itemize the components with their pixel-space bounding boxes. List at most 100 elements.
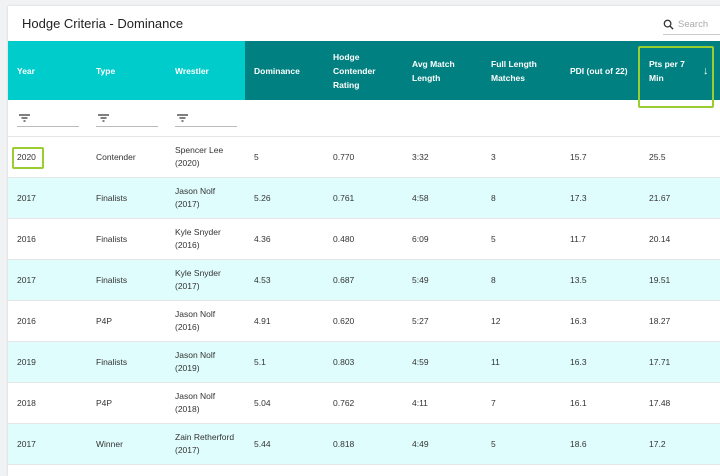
cell-hodge-rating: 0.480 <box>333 233 355 244</box>
column-header-year[interactable]: Year <box>8 41 87 100</box>
column-header-type[interactable]: Type <box>87 41 166 100</box>
cell-full-length-matches: 5 <box>491 233 496 244</box>
cell-year: 2017 <box>17 438 36 449</box>
cell-full-length-matches: 3 <box>491 151 496 162</box>
cell-wrestler: Jason Nolf (2019) <box>175 350 216 373</box>
column-header-dominance[interactable]: Dominance <box>245 41 324 100</box>
cell-pts-per-7-min: 20.14 <box>649 233 671 244</box>
cell-pdi: 18.6 <box>570 438 587 449</box>
cell-pdi: 16.3 <box>570 315 587 326</box>
cell-pdi: 16.1 <box>570 397 587 408</box>
cell-type: P4P <box>96 397 113 408</box>
cell-pdi: 16.3 <box>570 356 587 367</box>
cell-pts-per-7-min: 25.5 <box>649 151 666 162</box>
filter-icon <box>98 114 109 122</box>
table-row[interactable]: 2016 Finalists Kyle Snyder (2016) 4.36 0.480… <box>8 219 720 260</box>
cell-year: 2016 <box>17 233 36 244</box>
cell-dominance: 5.04 <box>254 397 271 408</box>
cell-wrestler: Jason Nolf (2018) <box>175 391 216 414</box>
cell-hodge-rating: 0.770 <box>333 151 355 162</box>
table-row[interactable]: 2019 Finalists Jason Nolf (2019) 5.1 0.803 4:… <box>8 342 720 383</box>
table-row[interactable]: 2017 Finalists Kyle Snyder (2017) 4.53 0.687… <box>8 260 720 301</box>
column-header-pdi[interactable]: PDI (out of 22) <box>561 41 640 100</box>
cell-dominance: 5.44 <box>254 438 271 449</box>
table-row[interactable]: 2017 Finalists Jason Nolf (2017) 5.26 0.761 4… <box>8 178 720 219</box>
cell-type: Contender <box>96 151 136 162</box>
table-row[interactable]: 2016 P4P Jason Nolf (2016) 4.91 0.620 5:27 12 1… <box>8 301 720 342</box>
column-header-avg-match-length[interactable]: Avg Match Length <box>403 41 482 100</box>
search-input[interactable]: Search <box>663 15 720 35</box>
cell-hodge-rating: 0.761 <box>333 192 355 203</box>
cell-type: P4P <box>96 315 113 326</box>
cell-pts-per-7-min: 18.27 <box>649 315 671 326</box>
cell-pts-per-7-min: 17.2 <box>649 438 666 449</box>
cell-hodge-rating: 0.620 <box>333 315 355 326</box>
column-header-label: PDI (out of 22) <box>570 65 628 76</box>
highlight-box-year-cell <box>12 147 44 169</box>
column-header-label: Avg Match Length <box>412 58 455 83</box>
cell-pdi: 11.7 <box>570 233 586 244</box>
filter-wrestler[interactable] <box>175 114 237 127</box>
cell-dominance: 5 <box>254 151 259 162</box>
table-row[interactable]: 2020 Contender Spencer Lee (2020) 5 0.770 3:3… <box>8 137 720 178</box>
cell-wrestler: Jason Nolf (2016) <box>175 309 216 332</box>
cell-type: Finalists <box>96 356 128 367</box>
cell-year: 2017 <box>17 274 36 285</box>
cell-full-length-matches: 8 <box>491 274 496 285</box>
cell-wrestler: Zain Retherford (2017) <box>175 432 235 455</box>
table-card: Hodge Criteria - Dominance Search Year Ty… <box>8 6 720 476</box>
cell-pts-per-7-min: 19.51 <box>649 274 671 285</box>
cell-full-length-matches: 11 <box>491 356 500 367</box>
column-header-label: Year <box>17 65 35 76</box>
cell-avg-match-length: 4:11 <box>412 397 428 408</box>
cell-year: 2019 <box>17 356 36 367</box>
filter-icon <box>177 114 188 122</box>
cell-type: Finalists <box>96 274 128 285</box>
column-header-hodge-rating[interactable]: Hodge Contender Rating <box>324 41 403 100</box>
cell-pdi: 17.3 <box>570 192 587 203</box>
column-header-label: Hodge Contender Rating <box>333 51 376 90</box>
cell-hodge-rating: 0.803 <box>333 356 355 367</box>
cell-hodge-rating: 0.687 <box>333 274 355 285</box>
cell-year: 2017 <box>17 192 36 203</box>
search-icon <box>663 19 674 30</box>
data-table: Year Type Wrestler Dominance Hodge Contender… <box>8 41 720 465</box>
cell-avg-match-length: 4:49 <box>412 438 429 449</box>
cell-avg-match-length: 4:58 <box>412 192 429 203</box>
column-header-full-length-matches[interactable]: Full Length Matches <box>482 41 561 100</box>
cell-dominance: 5.1 <box>254 356 266 367</box>
cell-pts-per-7-min: 17.71 <box>649 356 671 367</box>
table-row[interactable]: 2018 P4P Jason Nolf (2018) 5.04 0.762 4:11 7 16… <box>8 383 720 424</box>
highlight-box-sort-column <box>638 46 714 108</box>
cell-dominance: 4.36 <box>254 233 271 244</box>
cell-type: Winner <box>96 438 123 449</box>
column-header-label: Wrestler <box>175 65 209 76</box>
cell-hodge-rating: 0.762 <box>333 397 355 408</box>
cell-year: 2018 <box>17 397 36 408</box>
cell-pdi: 13.5 <box>570 274 587 285</box>
cell-pts-per-7-min: 21.67 <box>649 192 671 203</box>
cell-year: 2016 <box>17 315 36 326</box>
cell-type: Finalists <box>96 192 128 203</box>
cell-dominance: 4.91 <box>254 315 271 326</box>
filter-year[interactable] <box>17 114 79 127</box>
filter-row <box>8 100 720 137</box>
cell-full-length-matches: 8 <box>491 192 496 203</box>
page-title: Hodge Criteria - Dominance <box>22 16 184 31</box>
cell-wrestler: Kyle Snyder (2016) <box>175 227 221 250</box>
header-row: Year Type Wrestler Dominance Hodge Contender… <box>8 41 720 100</box>
cell-type: Finalists <box>96 233 128 244</box>
cell-wrestler: Kyle Snyder (2017) <box>175 268 221 291</box>
cell-dominance: 4.53 <box>254 274 271 285</box>
cell-avg-match-length: 6:09 <box>412 233 429 244</box>
table-body: 2020 Contender Spencer Lee (2020) 5 0.770 3:3… <box>8 137 720 465</box>
column-header-wrestler[interactable]: Wrestler <box>166 41 245 100</box>
cell-dominance: 5.26 <box>254 192 271 203</box>
cell-full-length-matches: 7 <box>491 397 496 408</box>
filter-type[interactable] <box>96 114 158 127</box>
cell-pts-per-7-min: 17.48 <box>649 397 671 408</box>
cell-wrestler: Jason Nolf (2017) <box>175 186 216 209</box>
cell-avg-match-length: 5:27 <box>412 315 429 326</box>
table-row[interactable]: 2017 Winner Zain Retherford (2017) 5.44 0.81… <box>8 424 720 465</box>
cell-avg-match-length: 4:59 <box>412 356 429 367</box>
